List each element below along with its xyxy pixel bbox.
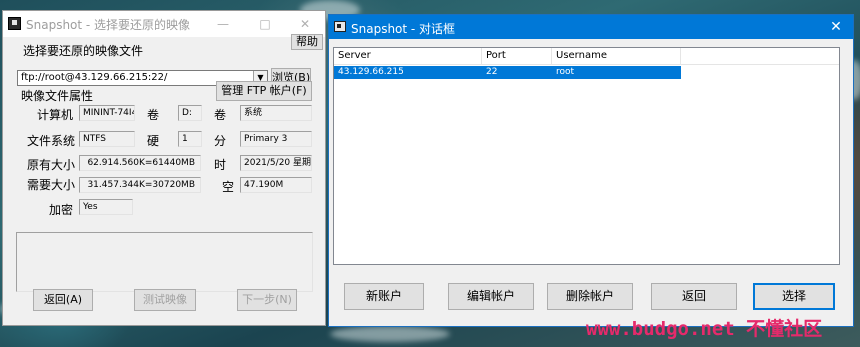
- original-size-label: 原有大小: [27, 158, 76, 172]
- next-button[interactable]: 下一步(N): [237, 289, 297, 311]
- list-header: Server Port Username: [334, 48, 839, 65]
- wallpaper-foam: [330, 326, 450, 342]
- computer-value: MININT-74I4: [79, 105, 135, 121]
- disk-value: 1: [178, 131, 202, 147]
- ftp-accounts-dialog: Snapshot - 对话框 ✕ Server Port Username 43…: [328, 14, 854, 327]
- new-account-button[interactable]: 新账户: [344, 283, 424, 310]
- username-cell: root: [556, 67, 575, 77]
- column-header-port[interactable]: Port: [482, 48, 552, 64]
- partition-label: 分: [214, 134, 227, 148]
- delete-account-button[interactable]: 删除帐户: [547, 283, 633, 310]
- dialog-back-button[interactable]: 返回: [651, 283, 737, 310]
- filesystem-label: 文件系统: [27, 134, 76, 148]
- encryption-value: Yes: [79, 199, 133, 215]
- snapshot-app-icon: [8, 17, 21, 30]
- needed-size-value: 31.457.344K=30720MB: [79, 177, 201, 193]
- time-value: 2021/5/20 星期四: [240, 155, 312, 171]
- help-button[interactable]: 帮助: [291, 34, 323, 50]
- dialog-title: Snapshot - 对话框: [351, 22, 456, 36]
- back-button[interactable]: 返回(A): [33, 289, 93, 311]
- restore-window-title: Snapshot - 选择要还原的映像: [26, 18, 191, 32]
- free-space-value: 47.190M: [240, 177, 312, 193]
- ftp-accounts-list[interactable]: Server Port Username 43.129.66.215 22 ro…: [333, 47, 840, 265]
- message-area: [16, 232, 313, 292]
- partition-value: Primary 3: [240, 131, 312, 147]
- free-space-label: 空: [222, 180, 235, 194]
- manage-ftp-button[interactable]: 管理 FTP 帐户(F): [216, 81, 312, 101]
- column-header-username[interactable]: Username: [552, 48, 681, 64]
- dialog-titlebar[interactable]: Snapshot - 对话框 ✕: [329, 15, 853, 39]
- test-image-button[interactable]: 测试映像: [134, 289, 196, 311]
- volume-label: 卷: [147, 108, 160, 122]
- snapshot-app-icon: [334, 21, 346, 32]
- volume-name-value: 系统: [240, 105, 312, 121]
- computer-label: 计算机: [37, 108, 74, 122]
- encryption-label: 加密: [49, 203, 74, 217]
- table-row[interactable]: 43.129.66.215 22 root: [334, 66, 681, 79]
- server-cell: 43.129.66.215: [338, 67, 404, 77]
- maximize-icon[interactable]: □: [245, 11, 285, 37]
- edit-account-button[interactable]: 编辑帐户: [448, 283, 534, 310]
- filesystem-value: NTFS: [79, 131, 135, 147]
- volume-value: D:: [178, 105, 202, 121]
- restore-image-window: Snapshot - 选择要还原的映像 — □ ✕ 帮助 选择要还原的映像文件 …: [2, 10, 326, 326]
- disk-label: 硬: [147, 134, 160, 148]
- port-cell: 22: [486, 67, 498, 77]
- volume-label-2: 卷: [214, 108, 227, 122]
- time-label: 时: [214, 158, 227, 172]
- column-header-server[interactable]: Server: [334, 48, 482, 64]
- image-properties-label: 映像文件属性: [21, 89, 94, 103]
- image-path-value: ftp://root@43.129.66.215:22/: [21, 72, 168, 83]
- original-size-value: 62.914.560K=61440MB: [79, 155, 201, 171]
- minimize-icon[interactable]: —: [203, 11, 243, 37]
- close-icon[interactable]: ✕: [819, 15, 853, 39]
- restore-window-titlebar[interactable]: Snapshot - 选择要还原的映像 — □ ✕: [3, 11, 325, 37]
- needed-size-label: 需要大小: [27, 178, 76, 192]
- site-watermark: www.budgo.net 不懂社区: [586, 318, 823, 340]
- select-button[interactable]: 选择: [753, 283, 835, 310]
- image-file-section-label: 选择要还原的映像文件: [23, 44, 144, 58]
